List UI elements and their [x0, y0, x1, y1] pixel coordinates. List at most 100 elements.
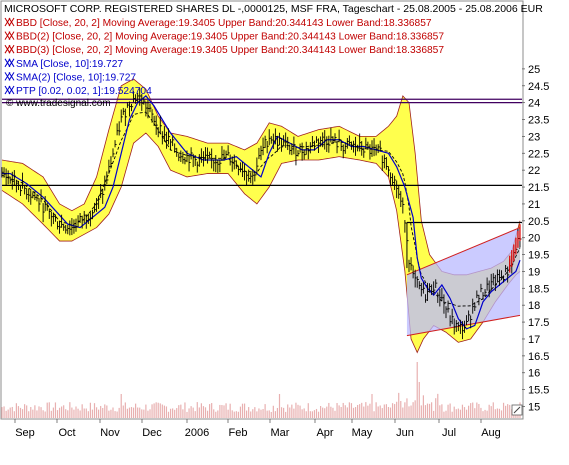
volume-bar	[266, 410, 268, 418]
volume-bar	[377, 406, 379, 418]
y-tick-label: 17.5	[528, 317, 549, 329]
volume-bar	[309, 411, 311, 418]
volume-bar	[478, 403, 480, 418]
volume-bar	[169, 408, 172, 418]
y-tick-label: 19.5	[528, 250, 549, 262]
y-tick-label: 24.5	[528, 81, 549, 93]
volume-bar	[422, 395, 424, 418]
legend-entry[interactable]: BBD(3) [Close, 20, 2] Moving Average:19.…	[4, 44, 444, 56]
volume-bar	[383, 404, 385, 418]
y-tick-label: 15.5	[528, 385, 549, 397]
volume-bar	[165, 406, 168, 418]
y-tick-label: 24	[528, 98, 540, 110]
y-tick-label: 22.5	[528, 148, 549, 160]
volume-bar	[204, 407, 207, 418]
legend-label: SMA [Close, 10]:19.727	[16, 59, 123, 70]
volume-bar	[260, 409, 262, 418]
volume-bar	[398, 392, 400, 418]
volume-bar	[163, 405, 165, 418]
volume-bar	[342, 402, 344, 418]
volume-bar	[223, 405, 225, 418]
volume-bar	[250, 411, 252, 418]
y-tick-label: 22	[528, 165, 540, 177]
volume-bar	[344, 405, 346, 418]
y-tick-label: 23.5	[528, 115, 549, 127]
volume-bar	[137, 407, 139, 418]
volume-bar	[229, 403, 231, 418]
volume-bar	[211, 403, 213, 418]
volume-bar	[326, 406, 328, 418]
volume-bar	[7, 409, 9, 418]
legend-entry[interactable]: PTP [0.02, 0.02, 1]:19.524704	[4, 85, 152, 97]
volume-bar	[192, 407, 194, 418]
x-tick-label: Mar	[271, 427, 290, 439]
volume-bar	[412, 402, 414, 418]
volume-bar	[122, 405, 124, 418]
volume-bar	[108, 410, 110, 418]
volume-bar	[21, 409, 24, 418]
volume-bar	[63, 405, 65, 418]
volume-bar	[328, 402, 330, 418]
volume-bar	[149, 409, 151, 418]
volume-bar	[336, 403, 338, 418]
volume-bar	[159, 403, 161, 418]
volume-bar	[217, 410, 219, 418]
volume-bar	[332, 407, 334, 418]
volume-bar	[410, 405, 412, 418]
volume-bar	[258, 408, 260, 418]
volume-bar	[141, 409, 143, 418]
volume-bar	[317, 411, 320, 418]
volume-bar	[280, 407, 283, 418]
resize-grip[interactable]	[511, 404, 523, 416]
volume-bar	[470, 403, 472, 418]
volume-bar	[402, 407, 404, 418]
volume-bar	[400, 400, 402, 418]
volume-bar	[254, 407, 256, 418]
volume-bar	[206, 410, 209, 418]
legend-entry[interactable]: SMA [Close, 10]:19.727	[4, 58, 123, 70]
volume-bar	[13, 411, 15, 418]
volume-bar	[246, 410, 248, 418]
volume-bar	[112, 407, 114, 418]
volume-bar	[352, 407, 355, 418]
legend-entry[interactable]: SMA(2) [Close, 10]:19.727	[4, 72, 136, 83]
volume-bar	[435, 398, 437, 418]
volume-bar	[396, 401, 398, 418]
volume-bar	[209, 404, 211, 418]
volume-bar	[414, 400, 416, 418]
volume-bar	[295, 402, 297, 418]
volume-bar	[455, 409, 457, 418]
y-tick-label: 16.5	[528, 351, 549, 363]
volume-bar	[200, 403, 202, 418]
volume-bar	[243, 403, 246, 418]
legend-entry[interactable]: BBD(2) [Close, 20, 2] Moving Average:19.…	[4, 31, 444, 43]
volume-bar	[128, 407, 131, 418]
volume-bar	[461, 404, 464, 418]
volume-bar	[118, 407, 120, 418]
legend-entry[interactable]: BBD [Close, 20, 2] Moving Average:19.340…	[4, 17, 432, 29]
volume-bar	[24, 404, 26, 418]
volume-bar	[394, 404, 396, 418]
y-tick-label: 20.5	[528, 216, 549, 228]
volume-bar	[225, 403, 227, 418]
x-tick-label: Aug	[481, 427, 501, 439]
volume-bar	[441, 404, 443, 418]
volume-bar	[186, 411, 188, 418]
volume-bar	[268, 410, 270, 418]
x-tick-label: Jun	[396, 427, 414, 439]
y-tick-label: 16	[528, 368, 540, 380]
volume-bar	[219, 404, 221, 418]
y-tick-label: 20	[528, 233, 540, 245]
volume-bar	[468, 405, 470, 418]
volume-bar	[385, 404, 387, 418]
volume-bar	[264, 404, 266, 418]
volume-bar	[371, 394, 373, 418]
y-tick-label: 21.5	[528, 182, 549, 194]
volume-bar	[498, 408, 501, 418]
volume-bar	[447, 404, 449, 418]
volume-bar	[418, 382, 420, 418]
volume-bar	[486, 410, 488, 418]
volume-bar	[95, 407, 98, 418]
volume-bar	[350, 403, 353, 418]
volume-bar	[278, 394, 281, 418]
